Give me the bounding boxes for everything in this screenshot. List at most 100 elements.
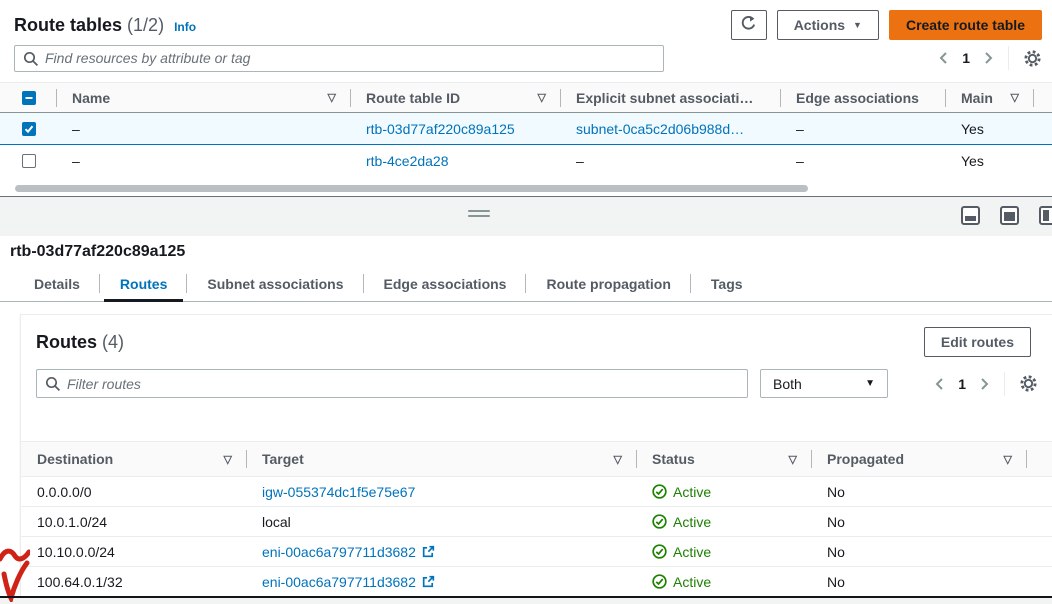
sort-icon: ▽	[1011, 91, 1033, 104]
layout-bottom-split-icon[interactable]	[961, 206, 980, 225]
preferences-gear-icon[interactable]	[1019, 374, 1038, 393]
resource-search[interactable]	[14, 45, 664, 72]
window-bottom-edge	[0, 596, 1052, 598]
prev-page-icon[interactable]	[938, 51, 948, 65]
route-table-id-link[interactable]: rtb-4ce2da28	[366, 153, 449, 169]
layout-side-split-icon[interactable]	[1039, 206, 1052, 225]
table-row[interactable]: – rtb-03d77af220c89a125 subnet-0ca5c2d06…	[0, 113, 1052, 145]
search-icon	[45, 376, 61, 392]
status-badge: Active	[652, 514, 711, 530]
cell-edge: –	[780, 113, 945, 144]
tab-routes[interactable]: Routes	[100, 266, 187, 301]
tab-details[interactable]: Details	[14, 266, 100, 301]
routes-table-header: Destination ▽ Target ▽ Status ▽ Propagat…	[21, 441, 1052, 477]
target-link[interactable]: eni-00ac6a797711d3682	[262, 574, 416, 590]
divider	[1008, 46, 1009, 70]
routes-filter[interactable]	[36, 369, 748, 398]
subnet-association-link[interactable]: subnet-0ca5c2d06b988d…	[576, 121, 744, 137]
sort-icon: ▽	[789, 453, 811, 466]
detail-tabs: Details Routes Subnet associations Edge …	[0, 266, 1052, 302]
chevron-down-icon: ▼	[853, 20, 862, 30]
sort-icon: ▽	[1004, 453, 1026, 466]
cell-propagated: No	[811, 477, 1026, 506]
cell-target-local: local	[246, 507, 636, 536]
column-header-main[interactable]: Main ▽	[945, 83, 1033, 112]
route-scope-select[interactable]: Both ▼	[760, 369, 888, 398]
external-link-icon	[422, 575, 435, 588]
tab-tags[interactable]: Tags	[691, 266, 763, 301]
cell-destination: 10.10.0.0/24	[21, 537, 246, 566]
target-link[interactable]: eni-00ac6a797711d3682	[262, 544, 416, 560]
select-all-checkbox[interactable]	[22, 91, 36, 105]
vpc-route-tables-screen: Route tables (1/2) Info Actions ▼ Create…	[0, 0, 1052, 604]
tab-route-propagation[interactable]: Route propagation	[526, 266, 690, 301]
status-active-icon	[652, 514, 667, 529]
status-badge: Active	[652, 484, 711, 500]
info-link[interactable]: Info	[174, 20, 196, 34]
cell-main: Yes	[945, 113, 1033, 144]
create-route-table-button[interactable]: Create route table	[889, 10, 1042, 40]
status-badge: Active	[652, 544, 711, 560]
status-active-icon	[652, 574, 667, 589]
route-row[interactable]: 0.0.0.0/0 igw-055374dc1f5e75e67 Active N…	[21, 477, 1052, 507]
refresh-icon	[740, 15, 757, 35]
route-table-id-link[interactable]: rtb-03d77af220c89a125	[366, 121, 515, 137]
routes-card: Routes (4) Edit routes Both ▼ 1	[20, 314, 1052, 596]
tab-edge-associations[interactable]: Edge associations	[364, 266, 527, 301]
column-header-explicit-subnet[interactable]: Explicit subnet associati…	[560, 83, 780, 112]
horizontal-scrollbar-thumb[interactable]	[15, 185, 808, 192]
cell-destination: 100.64.0.1/32	[21, 567, 246, 596]
target-link[interactable]: igw-055374dc1f5e75e67	[262, 484, 415, 500]
routes-count: (4)	[102, 332, 124, 352]
route-row[interactable]: 10.0.1.0/24 local Active No	[21, 507, 1052, 537]
page-title: Route tables (1/2)	[14, 15, 164, 36]
external-link-icon	[422, 545, 435, 558]
column-header-target[interactable]: Target ▽	[246, 442, 636, 476]
tab-subnet-associations[interactable]: Subnet associations	[187, 266, 363, 301]
split-panel-drag-handle[interactable]	[468, 210, 490, 220]
routes-pagination: 1	[934, 372, 1038, 396]
route-row[interactable]: 100.64.0.1/32 eni-00ac6a797711d3682 Acti…	[21, 567, 1052, 597]
status-badge: Active	[652, 574, 711, 590]
routes-filter-input[interactable]	[67, 376, 747, 392]
next-page-icon[interactable]	[980, 377, 990, 391]
preferences-gear-icon[interactable]	[1023, 49, 1042, 68]
window-bottom-strip	[0, 598, 1052, 604]
cell-main: Yes	[945, 145, 1033, 177]
list-pagination: 1	[938, 46, 1042, 70]
route-row[interactable]: 10.10.0.0/24 eni-00ac6a797711d3682 Activ…	[21, 537, 1052, 567]
status-active-icon	[652, 484, 667, 499]
page-number[interactable]: 1	[962, 50, 970, 66]
prev-page-icon[interactable]	[934, 377, 944, 391]
column-header-extra	[1033, 83, 1052, 112]
cell-propagated: No	[811, 507, 1026, 536]
next-page-icon[interactable]	[984, 51, 994, 65]
column-header-propagated[interactable]: Propagated ▽	[811, 442, 1026, 476]
selected-count: (1/2)	[127, 15, 164, 35]
edit-routes-button[interactable]: Edit routes	[924, 327, 1031, 357]
routes-section-title: Routes (4)	[36, 332, 124, 353]
search-icon	[23, 51, 39, 67]
table-row[interactable]: – rtb-4ce2da28 – – Yes	[0, 145, 1052, 177]
routes-table: Destination ▽ Target ▽ Status ▽ Propagat…	[21, 441, 1052, 597]
column-header-edge-associations[interactable]: Edge associations	[780, 83, 945, 112]
row-checkbox-checked[interactable]	[22, 122, 36, 136]
sort-icon: ▽	[614, 453, 636, 466]
column-header-name[interactable]: Name ▽	[56, 83, 350, 112]
page-number[interactable]: 1	[958, 376, 966, 392]
detail-panel: rtb-03d77af220c89a125 Details Routes Sub…	[0, 236, 1052, 596]
layout-expanded-split-icon[interactable]	[1000, 206, 1019, 225]
split-panel-divider	[0, 196, 1052, 236]
horizontal-scrollbar	[0, 180, 1052, 196]
resource-search-input[interactable]	[45, 50, 663, 66]
column-header-route-table-id[interactable]: Route table ID ▽	[350, 83, 560, 112]
actions-button[interactable]: Actions ▼	[777, 10, 879, 40]
cell-name: –	[56, 113, 350, 144]
column-header-status[interactable]: Status ▽	[636, 442, 811, 476]
row-checkbox-unchecked[interactable]	[22, 154, 36, 168]
sort-icon: ▽	[538, 91, 560, 104]
column-header-destination[interactable]: Destination ▽	[21, 442, 246, 476]
refresh-button[interactable]	[731, 10, 767, 40]
actions-button-label: Actions	[794, 17, 845, 33]
cell-name: –	[56, 145, 350, 177]
